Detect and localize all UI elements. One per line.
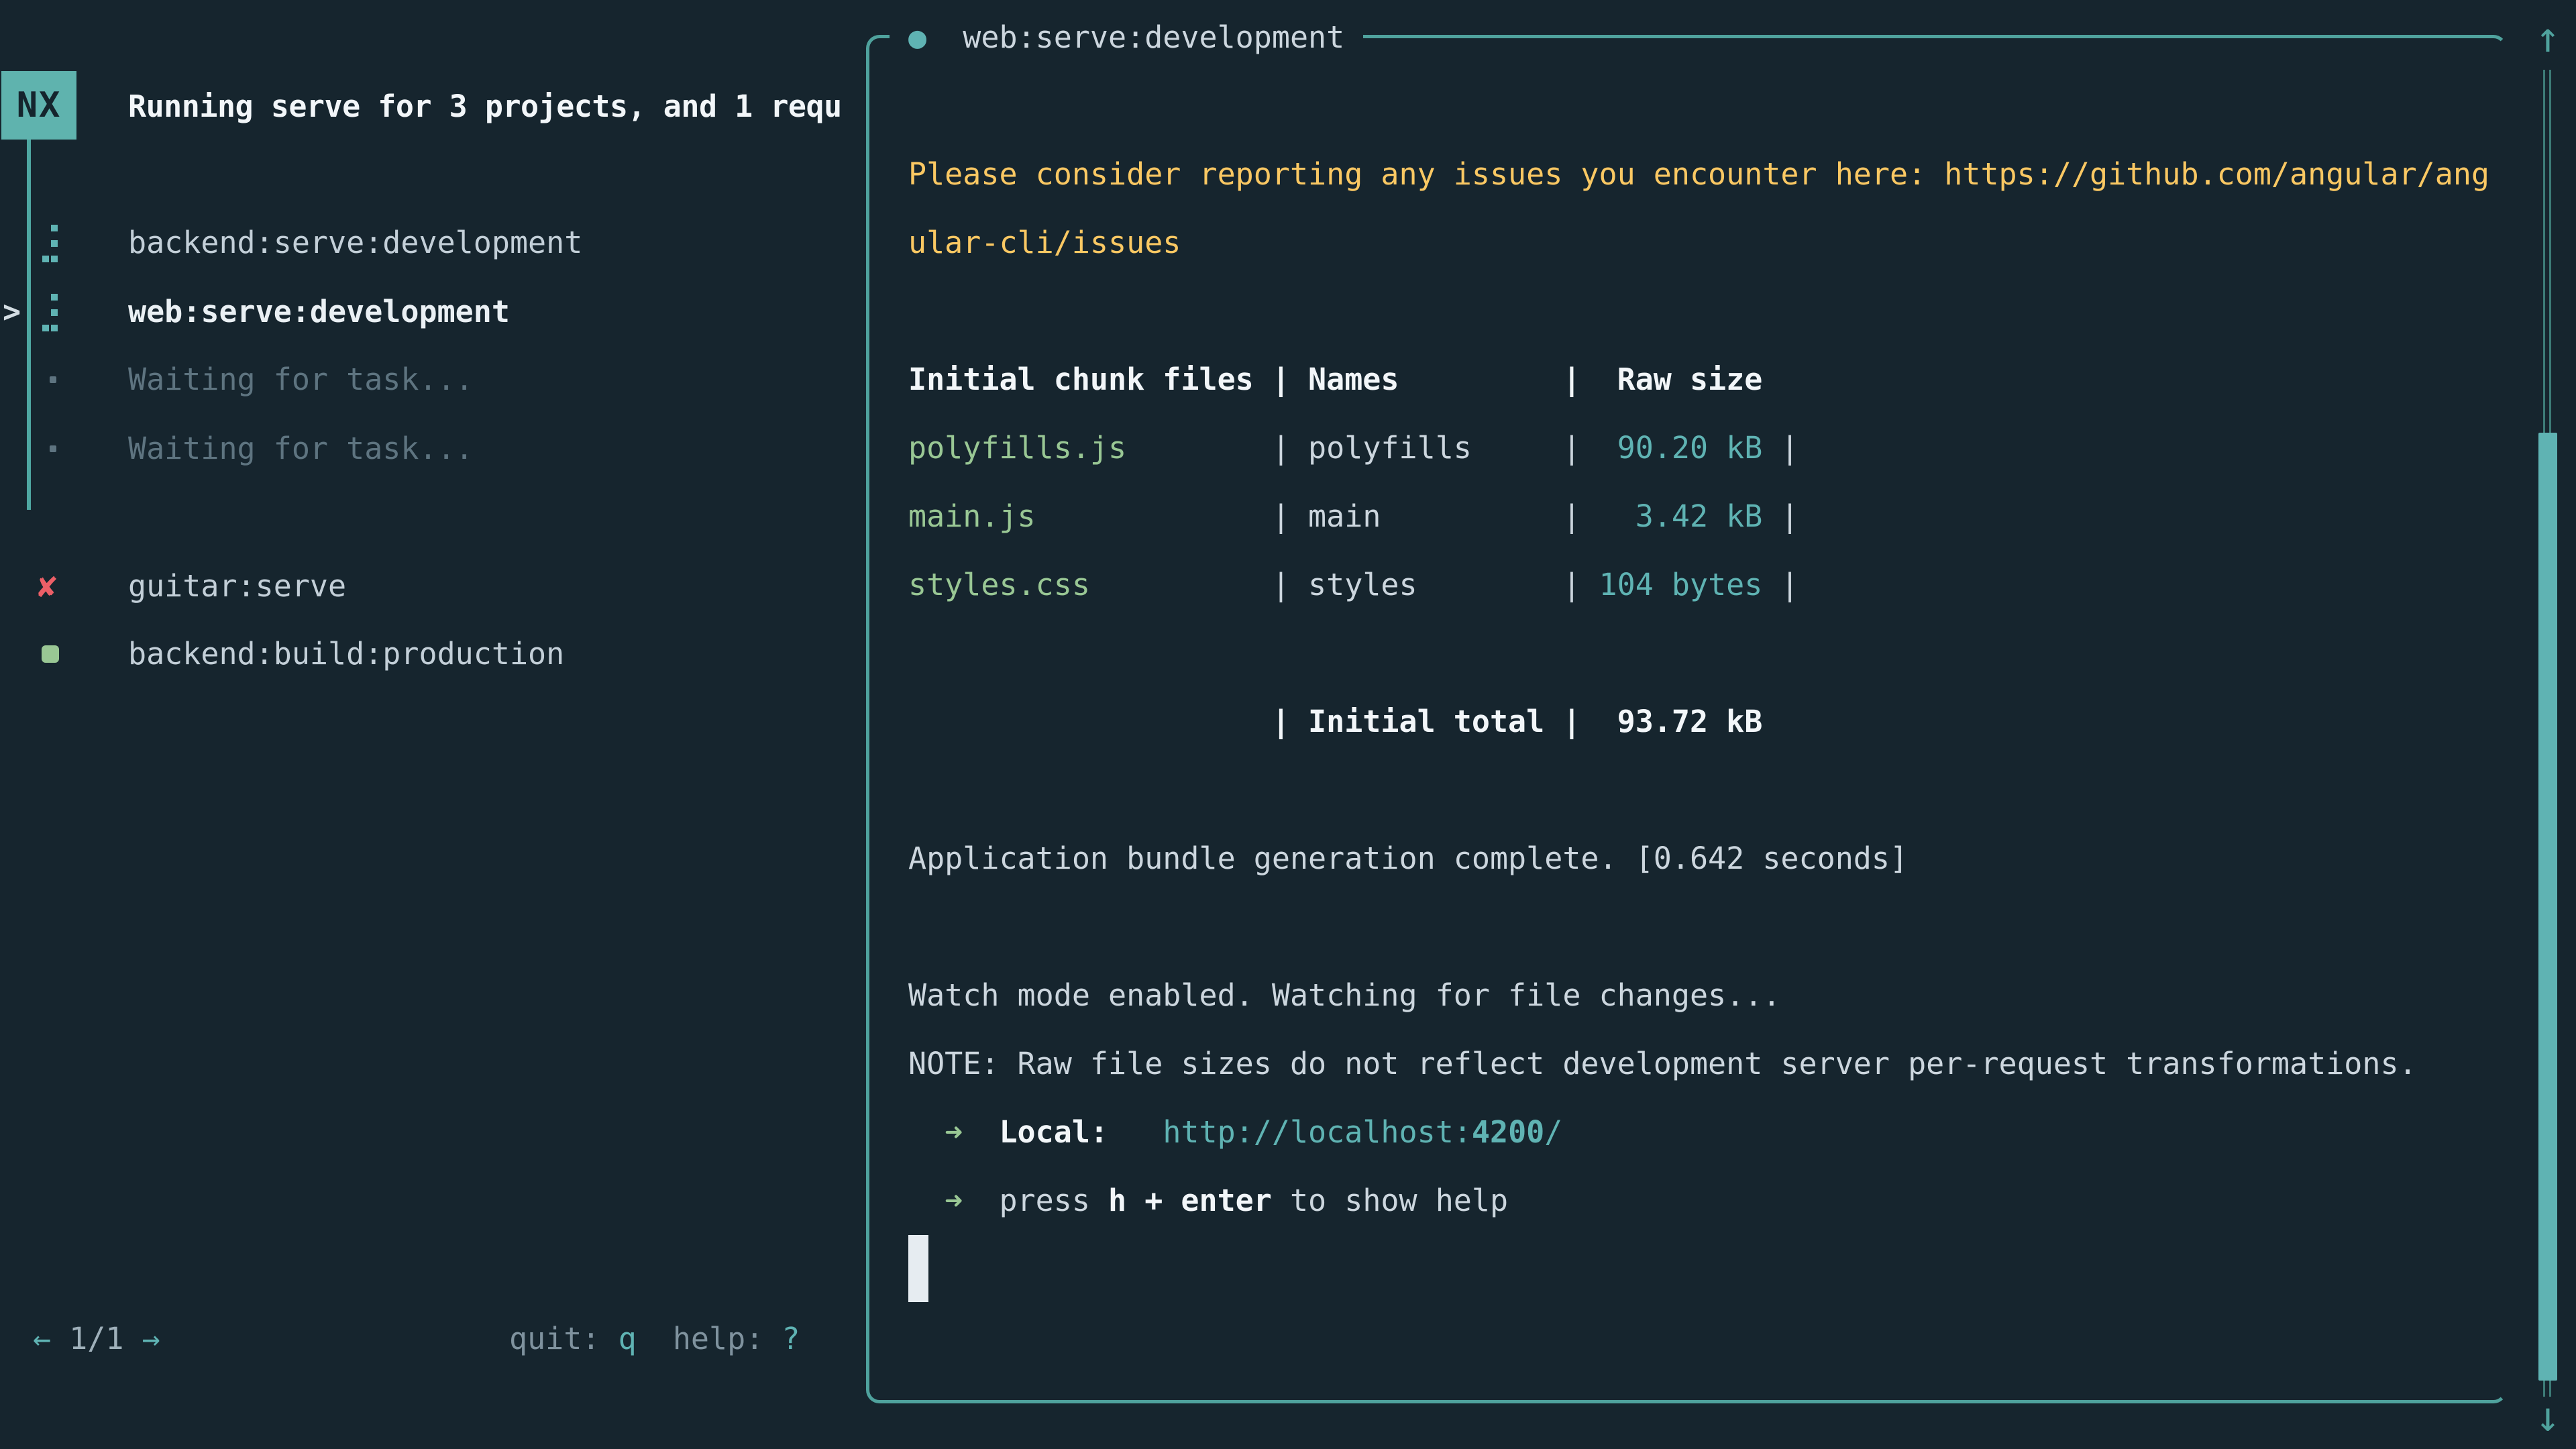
terminal-line: Please consider reporting any issues you… bbox=[908, 140, 2489, 209]
text-segment: | bbox=[1762, 430, 1799, 466]
text-segment: Watch mode enabled. Watching for file ch… bbox=[908, 977, 1780, 1013]
task-row-guitar-serve[interactable]: ✘ guitar:serve bbox=[0, 552, 859, 621]
panel-title-text: web:serve:development bbox=[963, 19, 1344, 55]
task-row-waiting-2[interactable]: Waiting for task... bbox=[0, 415, 859, 483]
text-segment: | bbox=[1762, 498, 1799, 534]
text-segment: Local: bbox=[999, 1114, 1108, 1150]
terminal-line: NOTE: Raw file sizes do not reflect deve… bbox=[908, 1030, 2489, 1098]
text-segment: | bbox=[1562, 430, 1599, 466]
terminal-cursor bbox=[908, 1235, 928, 1302]
nx-terminal: NX Running serve for 3 projects, and 1 r… bbox=[0, 0, 2576, 1449]
panel-status-dot: ● bbox=[908, 19, 926, 55]
text-segment: 104 bytes bbox=[1599, 567, 1763, 602]
terminal-output: Please consider reporting any issues you… bbox=[908, 3, 2489, 1303]
pager[interactable]: ← 1/1 → bbox=[33, 1305, 160, 1373]
nx-logo: NX bbox=[1, 71, 76, 140]
text-segment: 3.42 kB bbox=[1599, 498, 1763, 534]
text-segment: ular-cli/issues bbox=[908, 225, 1181, 260]
text-segment: Application bundle generation complete. … bbox=[908, 841, 1908, 876]
quit-key: q bbox=[619, 1321, 637, 1356]
terminal-line bbox=[908, 277, 2489, 345]
terminal-line: main.js | main | 3.42 kB | bbox=[908, 482, 2489, 551]
terminal-line bbox=[908, 893, 2489, 961]
terminal-line: Initial chunk files | Names | Raw size bbox=[908, 345, 2489, 414]
terminal-line bbox=[908, 619, 2489, 688]
text-segment bbox=[926, 19, 963, 55]
terminal-line: ➜ press h + enter to show help bbox=[908, 1167, 2489, 1235]
text-segment: | bbox=[1126, 430, 1308, 466]
text-segment: | bbox=[1762, 567, 1799, 602]
text-segment: press bbox=[999, 1183, 1108, 1218]
task-label: Waiting for task... bbox=[128, 345, 474, 414]
terminal-line: ➜ Local: http://localhost:4200/ bbox=[908, 1098, 2489, 1167]
scroll-down-icon[interactable]: ↓ bbox=[2529, 1386, 2567, 1448]
spinner-icon bbox=[42, 225, 60, 264]
help-key: ? bbox=[782, 1321, 800, 1356]
text-segment: polyfills.js bbox=[908, 430, 1126, 466]
terminal-line: ular-cli/issues bbox=[908, 209, 2489, 277]
text-segment: NOTE: Raw file sizes do not reflect deve… bbox=[908, 1046, 2417, 1081]
prompt-arrow-icon: ➜ bbox=[908, 1183, 963, 1218]
sidebar-header: Running serve for 3 projects, and 1 requ bbox=[128, 72, 866, 141]
text-segment: | Initial total | 93.72 kB bbox=[908, 704, 1762, 739]
text-segment: polyfills bbox=[1308, 430, 1562, 466]
task-row-waiting-1[interactable]: Waiting for task... bbox=[0, 345, 859, 414]
text-segment: Initial chunk files | Names | Raw size bbox=[908, 362, 1762, 397]
help-shortcut: h + enter bbox=[1108, 1183, 1272, 1218]
waiting-dot-icon bbox=[50, 445, 56, 452]
text-segment: | bbox=[1090, 567, 1308, 602]
terminal-line: styles.css | styles | 104 bytes | bbox=[908, 551, 2489, 619]
text-segment bbox=[1108, 1114, 1163, 1150]
text-segment bbox=[963, 1114, 999, 1150]
text-segment: | bbox=[1562, 498, 1599, 534]
local-url-port[interactable]: 4200 bbox=[1472, 1114, 1544, 1150]
keyboard-hints: quit: q help: ? bbox=[509, 1305, 800, 1373]
text-segment bbox=[963, 1183, 999, 1218]
text-segment: to show help bbox=[1272, 1183, 1508, 1218]
task-label: backend:build:production bbox=[128, 620, 564, 688]
text-segment: main.js bbox=[908, 498, 1036, 534]
text-segment: help: bbox=[637, 1321, 782, 1356]
terminal-line: Watch mode enabled. Watching for file ch… bbox=[908, 961, 2489, 1030]
terminal-line bbox=[908, 1235, 2489, 1303]
prompt-arrow-icon: ➜ bbox=[908, 1114, 963, 1150]
terminal-line bbox=[908, 756, 2489, 824]
output-panel-title: ● web:serve:development bbox=[890, 3, 1363, 72]
task-row-web-serve[interactable]: web:serve:development bbox=[0, 278, 859, 346]
waiting-dot-icon bbox=[50, 376, 56, 383]
spinner-icon bbox=[42, 294, 60, 333]
pager-next-icon[interactable]: → bbox=[142, 1321, 160, 1356]
failed-x-icon: ✘ bbox=[38, 552, 57, 621]
terminal-line: Application bundle generation complete. … bbox=[908, 824, 2489, 893]
task-label: backend:serve:development bbox=[128, 209, 582, 277]
pager-position: 1/1 bbox=[51, 1321, 142, 1356]
success-square-icon bbox=[42, 645, 59, 663]
text-segment: main bbox=[1308, 498, 1562, 534]
text-segment: quit: bbox=[509, 1321, 619, 1356]
scrollbar-thumb[interactable] bbox=[2538, 433, 2557, 1381]
text-segment[interactable]: / bbox=[1544, 1114, 1562, 1150]
text-segment: | bbox=[1562, 567, 1599, 602]
text-segment: Please consider reporting any issues you… bbox=[908, 156, 2489, 192]
text-segment: 90.20 kB bbox=[1599, 430, 1763, 466]
terminal-line: polyfills.js | polyfills | 90.20 kB | bbox=[908, 414, 2489, 482]
task-label-selected: web:serve:development bbox=[128, 278, 510, 346]
text-segment: styles bbox=[1308, 567, 1562, 602]
text-segment: styles.css bbox=[908, 567, 1090, 602]
task-row-backend-build[interactable]: backend:build:production bbox=[0, 620, 859, 688]
task-row-backend-serve[interactable]: backend:serve:development bbox=[0, 209, 859, 277]
pager-prev-icon[interactable]: ← bbox=[33, 1321, 51, 1356]
task-label: Waiting for task... bbox=[128, 415, 474, 483]
local-url[interactable]: http://localhost: bbox=[1163, 1114, 1472, 1150]
text-segment: | bbox=[1036, 498, 1308, 534]
scroll-up-icon[interactable]: ↑ bbox=[2529, 5, 2567, 70]
terminal-line bbox=[908, 72, 2489, 140]
terminal-line: | Initial total | 93.72 kB bbox=[908, 688, 2489, 756]
task-label: guitar:serve bbox=[128, 552, 346, 621]
